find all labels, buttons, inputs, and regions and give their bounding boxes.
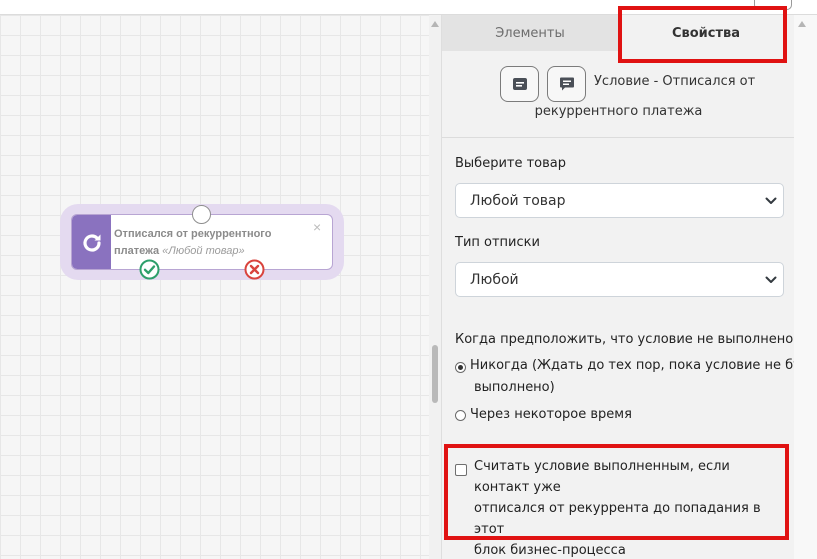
panel-tabs: Элементы Свойства [442, 15, 795, 51]
refresh-icon [82, 234, 101, 252]
condition-title-line1: Условие - Отписался от [594, 74, 756, 89]
node-input-port[interactable] [192, 205, 211, 224]
unsubscribe-type-value: Любой [470, 271, 519, 288]
checkbox-label-line3: блок бизнес-процесса [474, 543, 626, 558]
panel-scrollbar[interactable] [794, 15, 817, 559]
node-close-icon[interactable]: × [313, 220, 321, 234]
canvas-scroll-thumb[interactable] [432, 345, 438, 403]
scroll-up-arrow-icon[interactable] [431, 21, 439, 27]
unsubscribe-type-select[interactable]: Любой [455, 262, 784, 297]
failure-question: Когда предположить, что условие не выпол… [455, 332, 801, 347]
unsubscribe-type-label: Тип отписки [455, 235, 540, 250]
radio-never[interactable] [455, 362, 466, 373]
toolbar-corner-button[interactable] [754, 0, 792, 10]
divider [442, 137, 795, 138]
canvas-scrollbar[interactable] [429, 15, 441, 559]
product-select[interactable]: Любой товар [455, 183, 784, 218]
tab-properties[interactable]: Свойства [618, 15, 794, 51]
checkbox-label-line1: Считать условие выполненным, если контак… [474, 459, 730, 495]
check-circle-icon[interactable] [139, 259, 160, 280]
radio-never-label-line1: Никогда (Ждать до тех пор, пока условие … [470, 358, 817, 373]
product-label: Выберите товар [455, 156, 567, 171]
radio-option-time[interactable]: Через некоторое время [455, 407, 785, 428]
scroll-up-arrow-icon[interactable] [798, 21, 806, 27]
product-select-value: Любой товар [470, 192, 566, 209]
chevron-down-icon [765, 276, 777, 283]
top-toolbar-strip [0, 0, 817, 15]
radio-time-label: Через некоторое время [470, 407, 632, 422]
card-icon [512, 78, 527, 90]
already-unsubscribed-checkbox[interactable] [455, 464, 467, 476]
tab-elements[interactable]: Элементы [442, 15, 618, 51]
comment-button[interactable] [547, 66, 586, 102]
node-icon-container [72, 215, 111, 269]
workflow-canvas[interactable] [0, 15, 430, 559]
comment-icon [559, 77, 574, 91]
properties-panel: Элементы Свойства Условие - Отписался от… [441, 15, 817, 559]
chevron-down-icon [765, 197, 777, 204]
already-unsubscribed-label: Считать условие выполненным, если контак… [474, 456, 789, 559]
checkbox-label-line2: отписался от рекуррента до попадания в э… [474, 501, 761, 537]
node-subtitle: «Любой товар» [162, 245, 245, 257]
radio-time[interactable] [455, 410, 466, 421]
radio-never-label-line2: выполнено) [474, 380, 555, 395]
radio-option-never[interactable]: Никогда (Ждать до тех пор, пока условие … [455, 358, 817, 404]
x-circle-icon[interactable] [244, 259, 265, 280]
card-view-button[interactable] [500, 66, 539, 102]
node-title: Отписался от рекуррентного платежа «Любой… [114, 226, 304, 260]
condition-title-line2: рекуррентного платежа [534, 104, 703, 119]
